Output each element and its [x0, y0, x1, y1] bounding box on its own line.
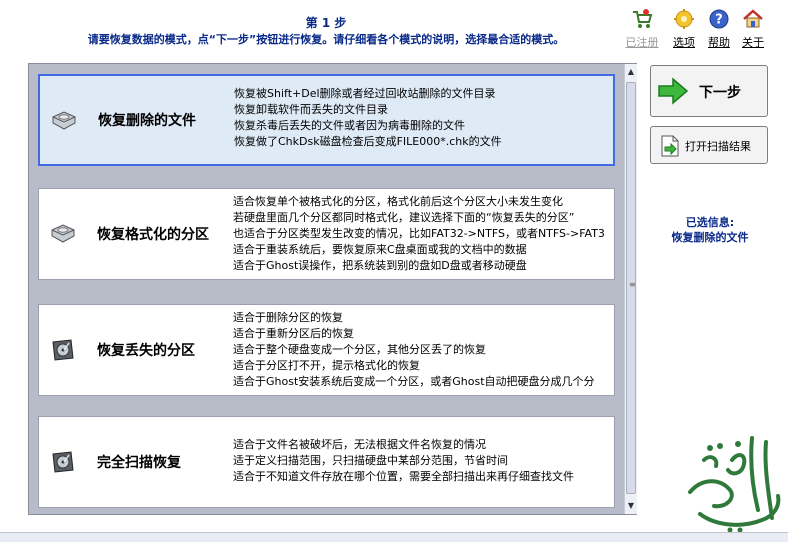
mode-description: 恢复被Shift+Del删除或者经过回收站删除的文件目录 恢复卸载软件而丢失的文… — [234, 86, 611, 150]
svg-text:?: ? — [715, 13, 723, 28]
description-line: 适合于重新分区后的恢复 — [233, 327, 354, 340]
description-line: 适合于Ghost安装系统后变成一个分区，或者Ghost自动把硬盘分成几个分 — [233, 375, 595, 388]
open-file-icon — [661, 135, 679, 157]
scroll-up-arrow-icon[interactable]: ▲ — [625, 64, 637, 80]
step-title: 第 1 步 — [305, 16, 347, 30]
mode-title: 完全扫描恢复 — [97, 455, 181, 471]
arrow-right-icon — [658, 77, 689, 105]
hard-disk-icon — [52, 111, 76, 130]
step-description: 请要恢复数据的模式，点“下一步”按钮进行恢复。请仔细看各个模式的说明，选择最合适… — [87, 33, 565, 46]
options-button[interactable]: 选项 — [664, 8, 704, 52]
help-icon: ? — [709, 9, 729, 29]
hard-disk-icon — [51, 224, 75, 243]
mode-title: 恢复删除的文件 — [98, 113, 196, 129]
next-step-button[interactable]: 下一步 — [650, 65, 768, 117]
list-scrollbar[interactable]: ▲ ≡ ▼ — [624, 64, 637, 514]
hard-disk-open-icon — [52, 451, 74, 473]
scroll-down-arrow-icon[interactable]: ▼ — [625, 498, 637, 514]
toolbar: 已注册 选项 ? 帮助 关于 — [620, 8, 788, 52]
mode-recover-deleted[interactable]: 恢复删除的文件 恢复被Shift+Del删除或者经过回收站删除的文件目录 恢复卸… — [38, 74, 615, 166]
recovery-mode-list: 恢复删除的文件 恢复被Shift+Del删除或者经过回收站删除的文件目录 恢复卸… — [28, 63, 637, 515]
mode-recover-formatted[interactable]: 恢复格式化的分区 适合恢复单个被格式化的分区，格式化前后这个分区大小未发生变化 … — [38, 188, 615, 280]
description-line: 适合于Ghost误操作，把系统装到别的盘如D盘或者移动硬盘 — [233, 259, 527, 272]
description-line: 也适合于分区类型发生改变的情况，比如FAT32->NTFS，或者NTFS->FA… — [233, 227, 605, 240]
mode-title: 恢复丢失的分区 — [97, 343, 195, 359]
mode-description: 适合恢复单个被格式化的分区，格式化前后这个分区大小未发生变化 若硬盘里面几个分区… — [233, 194, 612, 274]
hard-disk-open-icon — [52, 339, 74, 361]
scrollbar-thumb[interactable]: ≡ — [626, 82, 636, 494]
description-line: 适于定义扫描范围，只扫描硬盘中某部分范围，节省时间 — [233, 454, 508, 467]
about-button[interactable]: 关于 — [733, 8, 773, 52]
register-label: 已注册 — [625, 36, 659, 49]
open-scan-results-button[interactable]: 打开扫描结果 — [650, 126, 768, 164]
description-line: 恢复卸载软件而丢失的文件目录 — [234, 103, 388, 116]
options-label: 选项 — [673, 36, 695, 49]
mode-description: 适合于文件名被破坏后，无法根据文件名恢复的情况 适于定义扫描范围，只扫描硬盘中某… — [233, 437, 612, 485]
description-line: 适合于分区打不开，提示格式化的恢复 — [233, 359, 420, 372]
register-button[interactable]: 已注册 — [622, 8, 662, 52]
mode-recover-lost-partition[interactable]: 恢复丢失的分区 适合于删除分区的恢复 适合于重新分区后的恢复 适合于整个硬盘变成… — [38, 304, 615, 396]
selected-info-label: 已选信息: — [685, 216, 735, 229]
mode-full-scan[interactable]: 完全扫描恢复 适合于文件名被破坏后，无法根据文件名恢复的情况 适于定义扫描范围，… — [38, 416, 615, 508]
description-line: 若硬盘里面几个分区都同时格式化，建议选择下面的“恢复丢失的分区” — [233, 211, 575, 224]
calligraphy-logo — [688, 436, 781, 533]
description-line: 适合恢复单个被格式化的分区，格式化前后这个分区大小未发生变化 — [233, 195, 563, 208]
description-line: 恢复做了ChkDsk磁盘检查后变成FILE000*.chk的文件 — [234, 135, 502, 148]
description-line: 适合于重装系统后，要恢复原来C盘桌面或我的文档中的数据 — [233, 243, 527, 256]
grip-icon: ≡ — [629, 280, 636, 289]
cart-icon — [633, 9, 653, 28]
header: 第 1 步 请要恢复数据的模式，点“下一步”按钮进行恢复。请仔细看各个模式的说明… — [0, 0, 788, 60]
description-line: 恢复杀毒后丢失的文件或者因为病毒删除的文件 — [234, 119, 465, 132]
description-line: 适合于不知道文件存放在哪个位置，需要全部扫描出来再仔细查找文件 — [233, 470, 574, 483]
description-line: 适合于文件名被破坏后，无法根据文件名恢复的情况 — [233, 438, 486, 451]
description-line: 恢复被Shift+Del删除或者经过回收站删除的文件目录 — [234, 87, 496, 100]
home-icon — [743, 9, 763, 28]
mode-title: 恢复格式化的分区 — [97, 227, 209, 243]
selected-info: 已选信息: 恢复删除的文件 — [645, 215, 775, 245]
selected-info-value: 恢复删除的文件 — [671, 231, 749, 244]
mode-description: 适合于删除分区的恢复 适合于重新分区后的恢复 适合于整个硬盘变成一个分区，其他分… — [233, 310, 612, 390]
about-label: 关于 — [742, 36, 764, 49]
gear-icon — [674, 9, 694, 29]
open-scan-results-label: 打开扫描结果 — [685, 140, 751, 153]
description-line: 适合于整个硬盘变成一个分区，其他分区丢了的恢复 — [233, 343, 486, 356]
description-line: 适合于删除分区的恢复 — [233, 311, 343, 324]
next-step-label: 下一步 — [699, 85, 741, 101]
